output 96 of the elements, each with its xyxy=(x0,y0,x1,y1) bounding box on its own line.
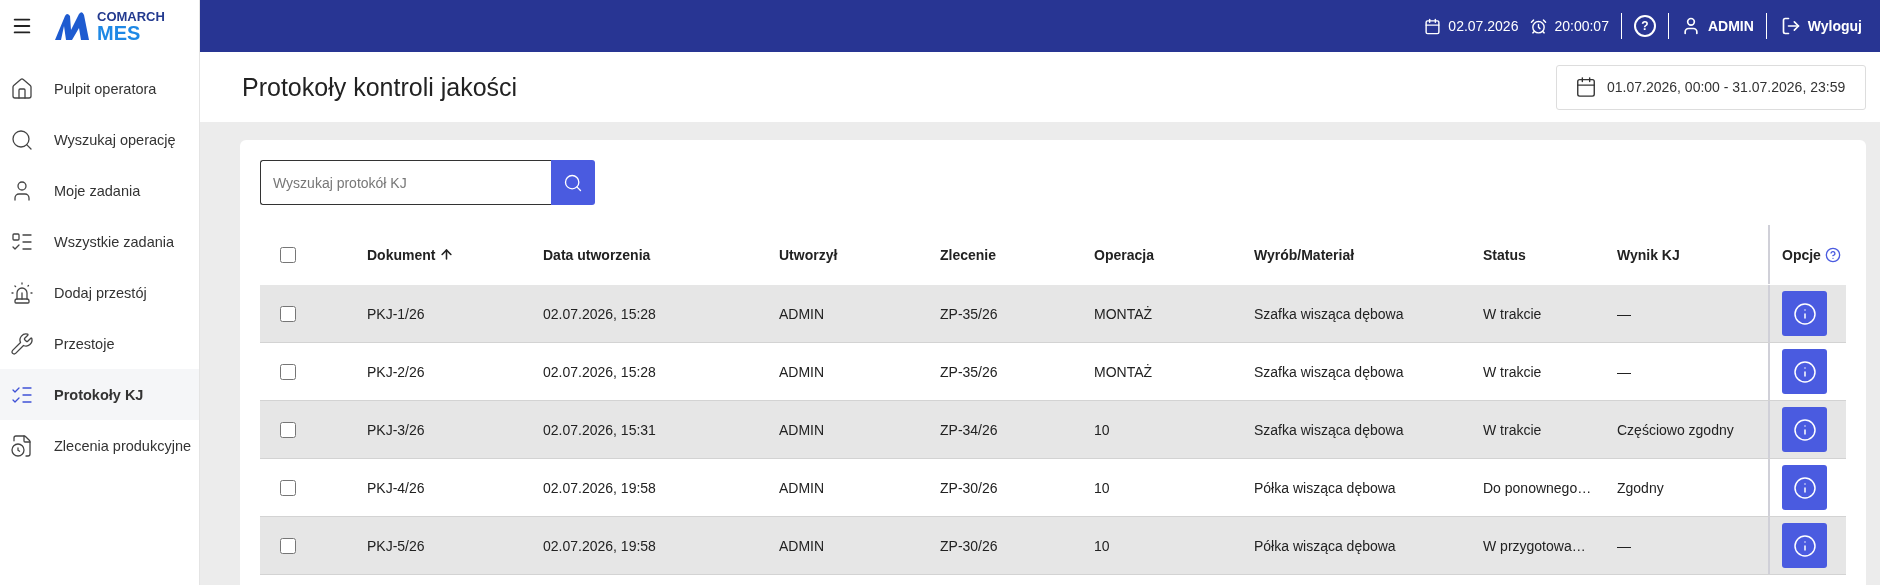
sidebar-item[interactable]: Moje zadania xyxy=(0,165,199,216)
table-cell-text: ZP-34/26 xyxy=(940,421,999,438)
row-checkbox[interactable] xyxy=(280,421,296,438)
table-cell-text: ZP-35/26 xyxy=(940,363,999,380)
column-header[interactable]: Data utworzenia xyxy=(543,246,779,263)
table-cell-text: 10 xyxy=(1094,479,1111,496)
calendar-icon xyxy=(1424,17,1442,35)
table-cell-text: MONTAŻ xyxy=(1094,363,1154,380)
search-icon xyxy=(10,127,34,152)
table-cell-text: 02.07.2026, 15:28 xyxy=(543,363,657,380)
table-cell-text: MONTAŻ xyxy=(1094,305,1154,322)
table-cell-text: W trakcie xyxy=(1483,363,1543,380)
select-all-checkbox[interactable] xyxy=(280,246,296,263)
row-checkbox[interactable] xyxy=(280,537,296,554)
table-cell-text: PKJ-3/26 xyxy=(367,421,426,438)
wrench-icon xyxy=(10,331,34,356)
table-cell-text: PKJ-2/26 xyxy=(367,363,426,380)
table-cell-text: Częściowo zgodny xyxy=(1617,421,1735,438)
table-cell-text: ZP-35/26 xyxy=(940,305,999,322)
column-header[interactable]: Utworzył xyxy=(779,246,940,263)
sidebar-item[interactable]: Pulpit operatora xyxy=(0,63,199,114)
column-header[interactable]: Wyrób/Materiał xyxy=(1254,246,1483,263)
table-cell-text: 10 xyxy=(1094,537,1111,554)
table-cell-text: Szafka wisząca dębowa xyxy=(1254,421,1405,438)
calendar-icon xyxy=(1575,76,1597,98)
info-button[interactable] xyxy=(1782,349,1827,394)
info-icon xyxy=(1792,359,1817,384)
table-cell-text: W przygotowa… xyxy=(1483,537,1587,554)
info-icon xyxy=(1792,301,1817,326)
sidebar-item[interactable]: Wszystkie zadania xyxy=(0,216,199,267)
row-checkbox[interactable] xyxy=(280,305,296,322)
table-cell-text: 02.07.2026, 15:31 xyxy=(543,421,657,438)
current-date: 02.07.2026 xyxy=(1448,18,1519,34)
table-cell-text: — xyxy=(1617,537,1632,554)
table-cell-text: PKJ-4/26 xyxy=(367,479,426,496)
column-header[interactable]: Wynik KJ xyxy=(1617,246,1768,263)
search-field[interactable]: Wyszukaj protokół KJ xyxy=(260,160,551,205)
table-cell-text: 02.07.2026, 15:28 xyxy=(543,305,657,322)
table-cell-text: W trakcie xyxy=(1483,421,1543,438)
user-name: ADMIN xyxy=(1707,18,1754,34)
table-cell-text: — xyxy=(1617,305,1632,322)
row-checkbox[interactable] xyxy=(280,363,296,380)
search-button[interactable] xyxy=(551,160,595,205)
column-header[interactable]: Dokument xyxy=(367,246,543,263)
column-header: Opcje xyxy=(1782,246,1821,263)
logo-icon xyxy=(53,10,91,42)
info-icon xyxy=(1792,533,1817,558)
current-time: 20:00:07 xyxy=(1554,18,1609,34)
table-cell-text: Szafka wisząca dębowa xyxy=(1254,305,1405,322)
alarm-clock-icon xyxy=(1530,17,1548,35)
help-button[interactable]: ? xyxy=(1621,15,1668,37)
help-icon[interactable] xyxy=(1824,246,1841,263)
table-cell-text: Półka wisząca dębowa xyxy=(1254,537,1397,554)
table-cell-text: 02.07.2026, 19:58 xyxy=(543,537,657,554)
info-button[interactable] xyxy=(1782,407,1827,452)
table-cell-text: ZP-30/26 xyxy=(940,537,999,554)
table-cell-text: 02.07.2026, 19:58 xyxy=(543,479,657,496)
table-cell-text: 10 xyxy=(1094,421,1111,438)
table-cell-text: Do ponownego… xyxy=(1483,479,1593,496)
brand-name: COMARCH xyxy=(97,9,165,23)
table-cell-text: ADMIN xyxy=(779,363,826,380)
table-cell-text: — xyxy=(1617,363,1632,380)
table-cell-text: ADMIN xyxy=(779,479,826,496)
product-name: MES xyxy=(97,22,142,43)
info-icon xyxy=(1792,475,1817,500)
column-header[interactable]: Operacja xyxy=(1094,246,1254,263)
logout-icon xyxy=(1780,16,1801,36)
sidebar-item[interactable]: Dodaj przestój xyxy=(0,267,199,318)
table-cell-text: Szafka wisząca dębowa xyxy=(1254,363,1405,380)
column-header[interactable]: Status xyxy=(1483,246,1617,263)
table-cell-text: W trakcie xyxy=(1483,305,1543,322)
info-button[interactable] xyxy=(1782,523,1827,568)
sidebar-item[interactable]: Zlecenia produkcyjne xyxy=(0,420,199,471)
search-icon xyxy=(563,172,583,193)
page-title: Protokoły kontroli jakości xyxy=(242,72,518,102)
table-cell-text: Zgodny xyxy=(1617,479,1665,496)
table-cell-text: PKJ-1/26 xyxy=(367,305,426,322)
date-range-picker[interactable]: 01.07.2026, 00:00 - 31.07.2026, 23:59 xyxy=(1556,64,1866,110)
table-cell-text: ADMIN xyxy=(779,421,826,438)
siren-icon xyxy=(10,280,34,305)
info-button[interactable] xyxy=(1782,465,1827,510)
sidebar-item[interactable]: Wyszukaj operację xyxy=(0,114,199,165)
table-cell-text: ADMIN xyxy=(779,537,826,554)
column-header[interactable]: Zlecenie xyxy=(940,246,1094,263)
table-cell-text: ADMIN xyxy=(779,305,826,322)
home-icon xyxy=(10,76,34,101)
sidebar-item[interactable]: Protokoły KJ xyxy=(0,369,199,420)
row-checkbox[interactable] xyxy=(280,479,296,496)
table-cell-text: PKJ-5/26 xyxy=(367,537,426,554)
table-cell-text: Półka wisząca dębowa xyxy=(1254,479,1397,496)
table-cell-text: ZP-30/26 xyxy=(940,479,999,496)
sidebar-item[interactable]: Przestoje xyxy=(0,318,199,369)
logout-button[interactable]: Wyloguj xyxy=(1766,16,1866,36)
info-button[interactable] xyxy=(1782,291,1827,336)
info-icon xyxy=(1792,417,1817,442)
document-clock-icon xyxy=(10,433,34,458)
